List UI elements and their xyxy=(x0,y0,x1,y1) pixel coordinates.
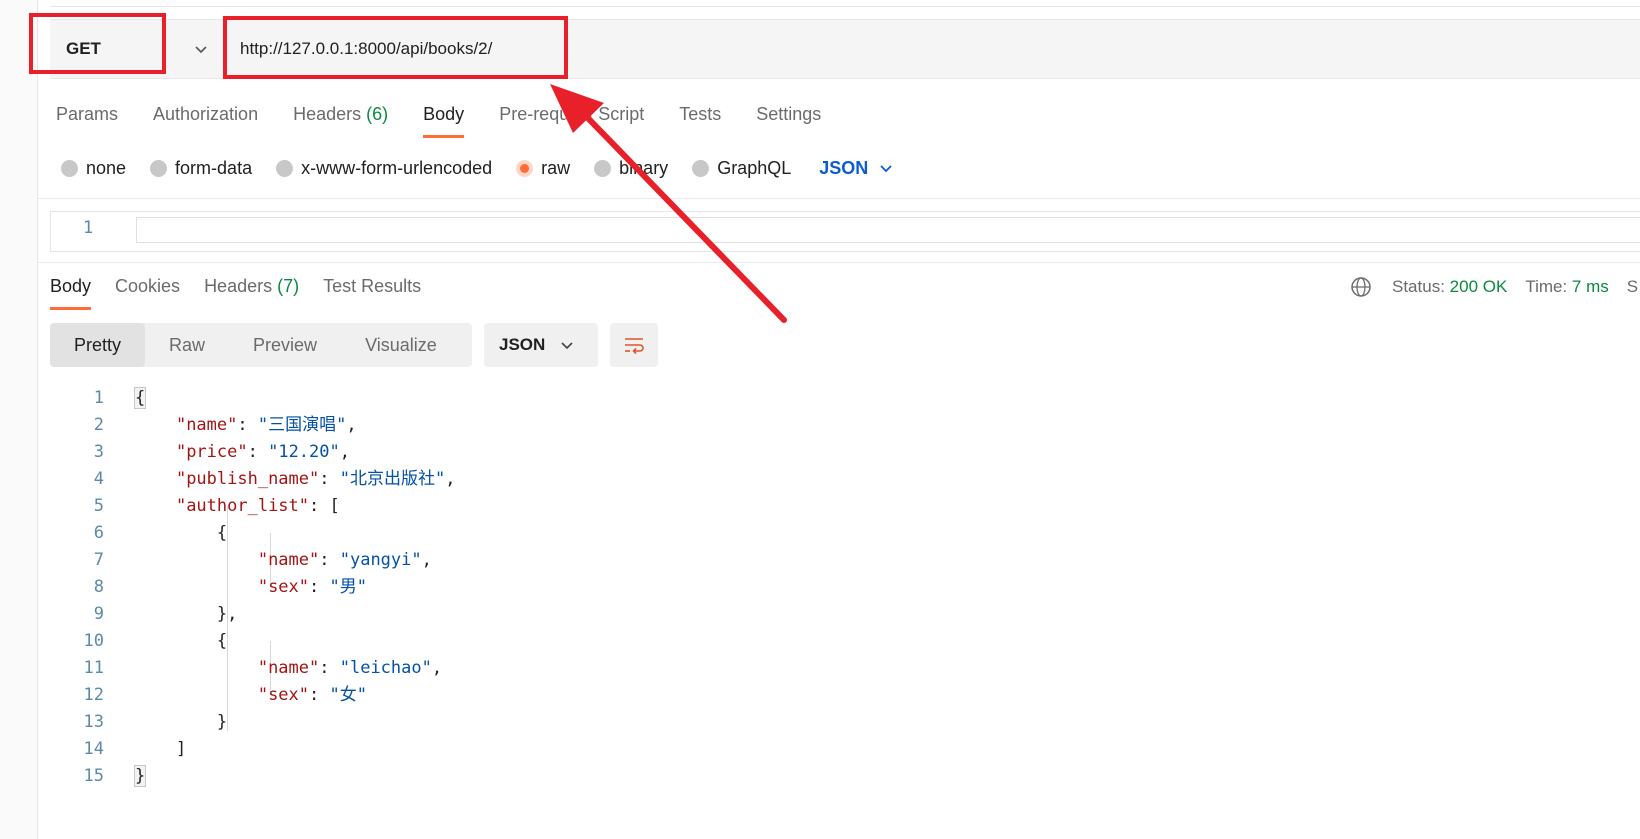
line-number: 1 xyxy=(83,218,94,238)
response-status-area: Status: 200 OK Time: 7 ms S xyxy=(1350,270,1638,304)
view-pretty[interactable]: Pretty xyxy=(50,323,146,367)
time-label: Time: xyxy=(1525,277,1568,296)
wrap-lines-icon xyxy=(625,338,644,355)
body-type-none[interactable]: none xyxy=(61,158,126,179)
tab-pre-request-script[interactable]: Pre-request Script xyxy=(499,98,644,138)
request-tabs: Params Authorization Headers (6) Body Pr… xyxy=(56,98,856,138)
time-value[interactable]: 7 ms xyxy=(1572,277,1609,297)
divider xyxy=(37,198,1640,199)
status-value[interactable]: 200 OK xyxy=(1450,277,1508,297)
divider xyxy=(37,262,1640,263)
body-type-form-data[interactable]: form-data xyxy=(150,158,252,179)
response-headers-count: (7) xyxy=(277,276,300,296)
body-type-raw[interactable]: raw xyxy=(516,158,570,179)
chevron-down-icon xyxy=(880,165,892,173)
radio-icon xyxy=(692,159,710,177)
response-tabs: Body Cookies Headers (7) Test Results xyxy=(50,270,445,310)
method-select[interactable]: GET xyxy=(64,20,204,78)
chevron-down-icon[interactable] xyxy=(192,40,210,58)
size-label: S xyxy=(1626,277,1639,296)
radio-icon xyxy=(276,159,294,177)
request-body-editor[interactable]: 1 xyxy=(50,211,1640,252)
tab-settings[interactable]: Settings xyxy=(756,98,821,138)
view-visualize[interactable]: Visualize xyxy=(341,323,461,367)
tab-authorization[interactable]: Authorization xyxy=(153,98,258,138)
editor-active-line[interactable] xyxy=(136,217,1640,243)
method-label: GET xyxy=(66,39,101,58)
wrap-lines-button[interactable] xyxy=(610,323,658,367)
left-rail xyxy=(0,0,38,839)
globe-icon[interactable] xyxy=(1350,276,1372,298)
radio-selected-icon xyxy=(516,159,534,177)
tab-response-headers[interactable]: Headers (7) xyxy=(204,270,299,310)
tab-headers[interactable]: Headers (6) xyxy=(293,98,388,138)
response-view-switcher: Pretty Raw Preview Visualize xyxy=(50,323,472,367)
radio-icon xyxy=(594,159,612,177)
top-divider xyxy=(50,6,1640,7)
tab-body[interactable]: Body xyxy=(423,98,465,138)
response-format-select[interactable]: JSON xyxy=(484,323,598,367)
url-input[interactable]: http://127.0.0.1:8000/api/books/2/ xyxy=(240,20,492,78)
tab-test-results[interactable]: Test Results xyxy=(323,270,421,310)
tab-tests[interactable]: Tests xyxy=(679,98,721,138)
tab-response-body[interactable]: Body xyxy=(50,270,92,310)
body-type-graphql[interactable]: GraphQL xyxy=(692,158,791,179)
radio-icon xyxy=(150,159,168,177)
radio-icon xyxy=(61,159,78,177)
tab-params[interactable]: Params xyxy=(56,98,118,138)
headers-count: (6) xyxy=(366,104,389,124)
status-label: Status: xyxy=(1392,277,1445,296)
url-text: http://127.0.0.1:8000/api/books/2/ xyxy=(240,39,493,58)
view-preview[interactable]: Preview xyxy=(229,323,341,367)
view-raw[interactable]: Raw xyxy=(145,323,229,367)
method-url-divider xyxy=(226,20,227,78)
body-type-options: none form-data x-www-form-urlencoded raw… xyxy=(61,153,894,183)
body-type-urlencoded[interactable]: x-www-form-urlencoded xyxy=(276,158,492,179)
tab-cookies[interactable]: Cookies xyxy=(115,270,180,310)
raw-format-select[interactable]: JSON xyxy=(819,158,894,179)
body-type-binary[interactable]: binary xyxy=(594,158,668,179)
request-bar: GET http://127.0.0.1:8000/api/books/2/ xyxy=(50,19,1640,79)
chevron-down-icon xyxy=(561,342,573,350)
